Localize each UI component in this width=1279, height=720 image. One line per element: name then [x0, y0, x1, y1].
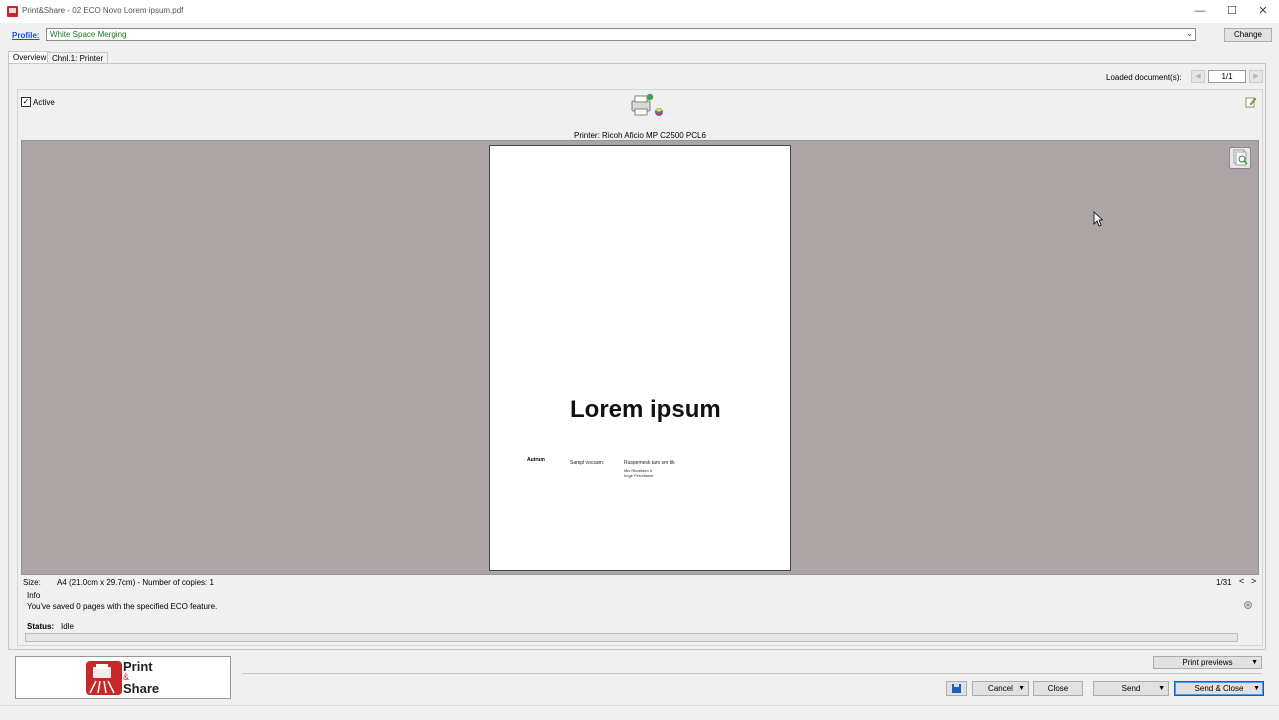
status-bar [0, 705, 1279, 720]
status-label: Status: [27, 622, 55, 631]
printer-name: Printer: Ricoh Aficio MP C2500 PCL6 [574, 131, 706, 140]
profile-dropdown[interactable]: White Space Merging ⌄ [46, 28, 1196, 41]
size-label: Size: [23, 578, 41, 587]
preview-zoom-icon[interactable] [1229, 147, 1251, 169]
status-value: Idle [61, 622, 74, 631]
document-page-preview: Lorem ipsum Autrum Sampl vocsam: Ruspeme… [489, 145, 791, 571]
cancel-button[interactable]: Cancel ▼ [972, 681, 1029, 696]
send-and-close-button[interactable]: Send & Close ▼ [1174, 681, 1264, 696]
dropdown-arrow-icon: ▼ [1253, 685, 1260, 692]
document-title: Lorem ipsum [570, 396, 721, 423]
dropdown-arrow-icon: ▼ [1251, 659, 1258, 666]
document-text-line: Imge Perodlame [624, 473, 654, 478]
previous-page-button[interactable]: < [1239, 576, 1244, 586]
minimize-button[interactable]: — [1184, 0, 1216, 23]
info-title: Info [27, 591, 41, 600]
loaded-documents-label: Loaded document(s): [1106, 73, 1182, 82]
profile-link[interactable]: Profile: [12, 31, 40, 40]
title-bar: Print&Share - 02 ECO Novo Lorem ipsum.pd… [0, 0, 1279, 23]
page-counter: 1/31 [1216, 578, 1232, 587]
dropdown-arrow-icon: ▼ [1158, 685, 1165, 692]
previous-document-button[interactable]: ◀ [1191, 70, 1205, 83]
document-text: Mis Rkosfisen it Imge Perodlame [624, 468, 653, 478]
document-text: Sampl vocsam: [570, 460, 605, 466]
printer-icon [631, 93, 663, 116]
change-button[interactable]: Change [1224, 28, 1272, 42]
edit-icon[interactable] [1245, 96, 1257, 108]
print-previews-button[interactable]: Print previews ▼ [1153, 656, 1262, 669]
print-share-logo: Print & Share [15, 656, 231, 699]
document-text: Ruspemesk tam sm tik [624, 460, 675, 466]
size-value: A4 (21.0cm x 29.7cm) - Number of copies:… [57, 578, 214, 587]
active-checkbox[interactable]: ✓ [21, 97, 31, 107]
mouse-cursor-icon [1093, 211, 1103, 227]
separator [242, 673, 1262, 674]
logo-mark-icon [86, 661, 122, 695]
close-window-button[interactable]: ✕ [1247, 0, 1279, 23]
logo-text-share: Share [123, 681, 160, 696]
document-author: Autrum [527, 457, 545, 463]
send-button[interactable]: Send ▼ [1093, 681, 1169, 696]
info-message: You've saved 0 pages with the specified … [27, 602, 218, 611]
close-button[interactable]: Close [1033, 681, 1083, 696]
dropdown-arrow-icon: ▼ [1018, 685, 1025, 692]
document-counter[interactable]: 1/1 [1208, 70, 1246, 83]
send-label: Send [1121, 684, 1141, 693]
next-document-button[interactable]: ▶ [1249, 70, 1263, 83]
settings-icon[interactable] [1243, 600, 1253, 610]
cancel-label: Cancel [988, 684, 1013, 693]
save-icon[interactable] [946, 681, 967, 696]
active-label: Active [33, 98, 55, 107]
chevron-down-icon: ⌄ [1186, 29, 1193, 38]
next-page-button[interactable]: > [1251, 576, 1256, 586]
app-icon [7, 6, 18, 17]
profile-value: White Space Merging [50, 30, 127, 39]
print-previews-label: Print previews [1182, 658, 1233, 667]
window-title: Print&Share - 02 ECO Novo Lorem ipsum.pd… [22, 6, 184, 15]
maximize-button[interactable]: ☐ [1216, 0, 1248, 23]
send-and-close-label: Send & Close [1194, 684, 1244, 693]
progress-bar [25, 633, 1238, 642]
